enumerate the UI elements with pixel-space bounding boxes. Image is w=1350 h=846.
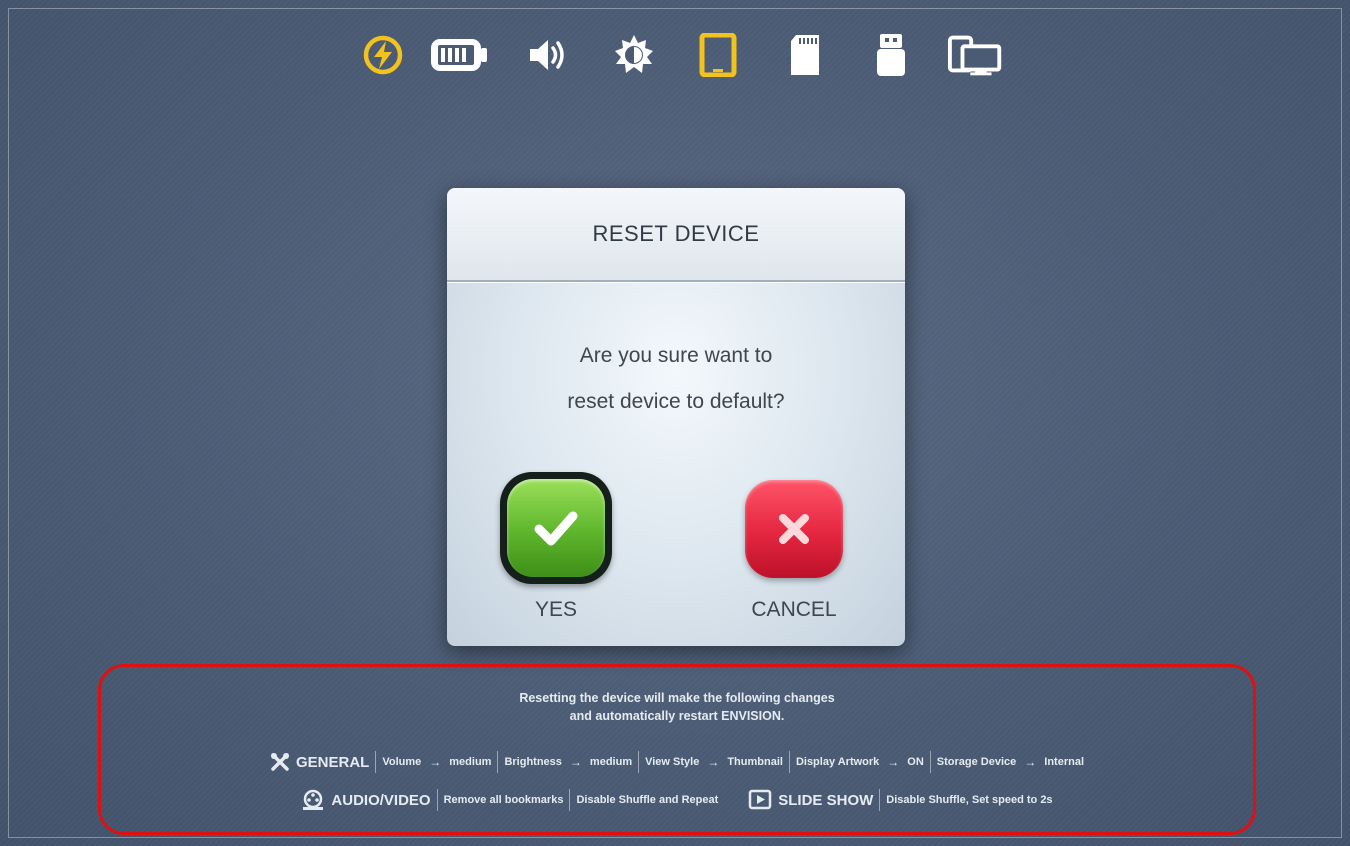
general-item-key: Brightness [504, 756, 562, 768]
media-row: AUDIO/VIDEO Remove all bookmarks Disable… [101, 789, 1253, 811]
cancel-label[interactable]: CANCEL [729, 598, 859, 622]
reset-dialog: RESET DEVICE Are you sure want to reset … [447, 188, 905, 646]
dialog-message: Are you sure want to reset device to def… [447, 333, 905, 425]
general-item-value: Thumbnail [727, 756, 783, 768]
arrow: → [569, 755, 582, 769]
arrow: → [707, 755, 720, 769]
slide-show-item: Disable Shuffle, Set speed to 2s [886, 794, 1053, 806]
divider [638, 751, 640, 773]
yes-button-face[interactable] [507, 479, 605, 577]
divider [569, 789, 571, 811]
slide-show-label: SLIDE SHOW [778, 791, 874, 809]
status-bar [0, 30, 1350, 80]
power-icon[interactable] [353, 30, 413, 80]
info-heading-line2: and automatically restart ENVISION. [569, 709, 785, 723]
dialog-message-line1: Are you sure want to [579, 344, 773, 367]
yes-label[interactable]: YES [506, 598, 606, 622]
audio-video-item: Disable Shuffle and Repeat [576, 794, 719, 806]
tablet-icon[interactable] [688, 30, 748, 80]
arrow: → [887, 755, 900, 769]
divider [436, 789, 438, 811]
volume-icon[interactable] [518, 30, 578, 80]
info-heading-line1: Resetting the device will make the follo… [519, 691, 835, 705]
divider [788, 751, 790, 773]
usb-drive-icon[interactable] [861, 30, 921, 80]
slide-show-category: SLIDE SHOW [748, 789, 873, 811]
general-label: GENERAL [296, 753, 370, 771]
divider [879, 789, 881, 811]
general-item-key: Volume [382, 756, 422, 768]
general-category: GENERAL [270, 752, 369, 772]
general-item-value: ON [907, 756, 924, 768]
checkmark-icon [534, 511, 578, 546]
general-item-key: Display Artwork [795, 756, 880, 768]
sd-card-icon[interactable] [775, 30, 835, 80]
audio-video-category: AUDIO/VIDEO [301, 789, 431, 811]
general-item-value: Internal [1044, 756, 1084, 768]
display-devices-icon[interactable] [947, 30, 1007, 80]
general-item-value: medium [449, 756, 492, 768]
divider [497, 751, 499, 773]
yes-button[interactable] [500, 472, 612, 584]
info-heading: Resetting the device will make the follo… [101, 689, 1253, 725]
divider [929, 751, 931, 773]
arrow: → [429, 755, 442, 769]
general-item-value: medium [589, 756, 633, 768]
audio-video-label: AUDIO/VIDEO [331, 791, 431, 809]
general-row: GENERAL Volume → medium Brightness → med… [101, 751, 1253, 773]
general-item-key: Storage Device [936, 756, 1017, 768]
slideshow-icon [749, 789, 772, 810]
film-reel-icon [303, 789, 324, 810]
close-icon [779, 514, 809, 544]
tools-icon [271, 753, 289, 771]
dialog-message-line2: reset device to default? [567, 390, 785, 413]
reset-info-panel: Resetting the device will make the follo… [98, 664, 1256, 835]
general-item-key: View Style [645, 756, 700, 768]
battery-icon[interactable] [430, 30, 490, 80]
brightness-icon[interactable] [604, 30, 664, 80]
cancel-button[interactable] [745, 480, 843, 578]
dialog-title: RESET DEVICE [592, 221, 760, 246]
dialog-header: RESET DEVICE [447, 188, 905, 282]
divider [375, 751, 377, 773]
audio-video-item: Remove all bookmarks [443, 794, 564, 806]
arrow: → [1024, 755, 1037, 769]
